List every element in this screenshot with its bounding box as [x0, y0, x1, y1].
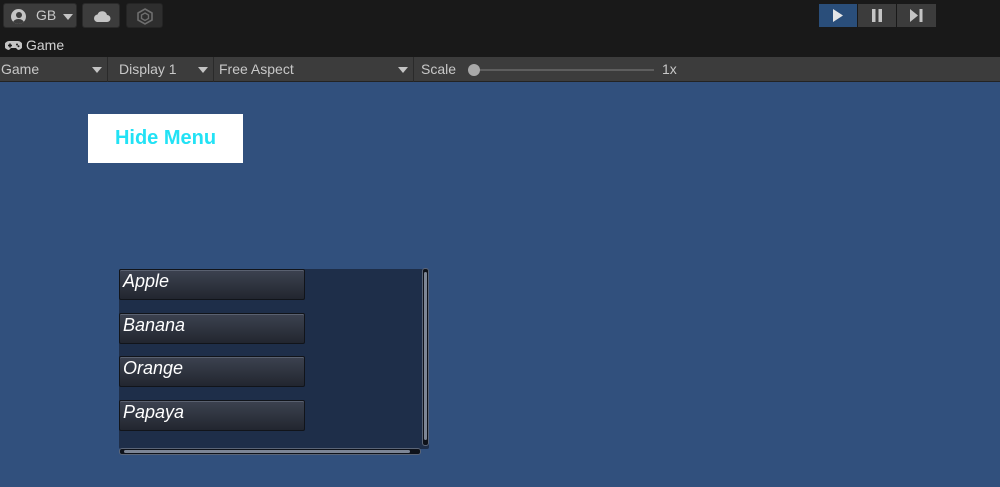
pause-button[interactable]: [858, 4, 896, 27]
cloud-icon: [94, 11, 111, 22]
view-mode-label: Game: [1, 61, 40, 77]
horizontal-scrollbar[interactable]: [119, 448, 421, 455]
scale-label: Scale: [421, 61, 457, 77]
game-view-toolbar: Game Display 1 Free Aspect Scale 1x: [0, 57, 1000, 82]
collab-button[interactable]: [126, 3, 163, 28]
hide-menu-button[interactable]: Hide Menu: [88, 114, 243, 163]
vertical-scrollbar[interactable]: [422, 268, 429, 446]
scale-slider-track[interactable]: [474, 69, 654, 71]
list-item-label: Apple: [123, 271, 170, 291]
game-viewport[interactable]: Hide Menu Apple Banana Orange Papaya: [0, 83, 1000, 487]
list-item-apple[interactable]: Apple: [119, 269, 305, 300]
step-button[interactable]: [897, 4, 936, 27]
tab-label: Game: [26, 37, 65, 53]
aspect-label: Free Aspect: [219, 61, 294, 77]
chevron-down-icon: [398, 67, 408, 73]
tab-bar: Game: [0, 33, 1000, 57]
hide-menu-label: Hide Menu: [114, 127, 217, 149]
play-icon: [833, 9, 843, 22]
editor-toolbar: GB: [0, 0, 1000, 33]
gamepad-icon: [5, 41, 22, 50]
scale-value: 1x: [662, 61, 677, 77]
collab-hex-icon: [137, 8, 153, 25]
chevron-down-icon: [63, 14, 73, 20]
list-item-label: Papaya: [123, 402, 185, 422]
view-mode-dropdown[interactable]: Game: [0, 57, 108, 82]
tab-game[interactable]: Game: [0, 33, 64, 57]
list-item-papaya[interactable]: Papaya: [119, 400, 305, 431]
chevron-down-icon: [92, 67, 102, 73]
list-item-label: Banana: [123, 315, 186, 335]
account-label: GB: [36, 7, 57, 23]
display-label: Display 1: [119, 61, 177, 77]
list-item-label: Orange: [123, 358, 184, 378]
cloud-button[interactable]: [82, 3, 120, 28]
list-item-banana[interactable]: Banana: [119, 313, 305, 344]
account-button[interactable]: GB: [3, 3, 77, 28]
display-dropdown[interactable]: Display 1: [108, 57, 214, 82]
aspect-dropdown[interactable]: Free Aspect: [214, 57, 414, 82]
scroll-view[interactable]: Apple Banana Orange Papaya: [119, 269, 429, 449]
step-icon: [910, 9, 923, 22]
list-item-orange[interactable]: Orange: [119, 356, 305, 387]
scale-slider-handle[interactable]: [468, 64, 480, 76]
pause-icon: [872, 9, 882, 22]
playback-controls: [819, 4, 936, 27]
play-button[interactable]: [819, 4, 857, 27]
chevron-down-icon: [198, 67, 208, 73]
user-circle-icon: [11, 9, 26, 24]
